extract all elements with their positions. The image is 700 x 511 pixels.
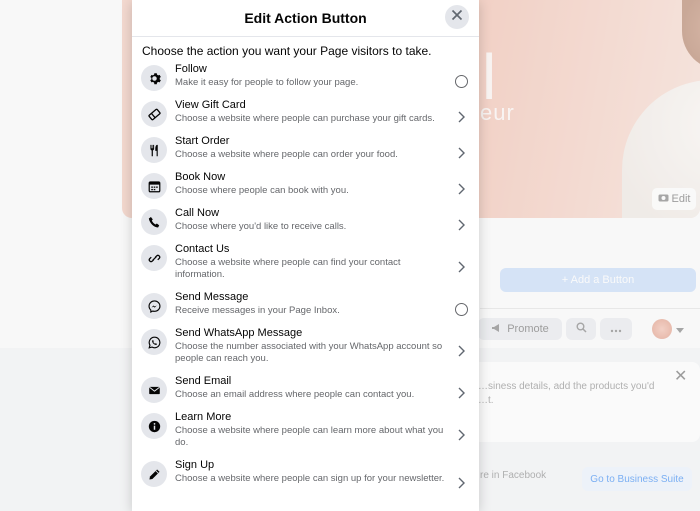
option-title: Send WhatsApp Message	[175, 327, 303, 339]
dialog-header: Edit Action Button	[132, 0, 479, 37]
gear-icon	[141, 65, 167, 91]
chevron-right-icon	[451, 429, 471, 441]
chevron-right-icon	[451, 111, 471, 123]
chevron-right-icon	[451, 477, 471, 489]
option-description: Choose the number associated with your W…	[175, 341, 443, 364]
option-description: Choose where you'd like to receive calls…	[175, 221, 347, 232]
messenger-icon	[141, 293, 167, 319]
option-title: Learn More	[175, 411, 232, 423]
option-follow[interactable]: Follow Make it easy for people to follow…	[132, 63, 479, 99]
chevron-right-icon	[451, 219, 471, 231]
option-book-now[interactable]: Book Now Choose where people can book wi…	[132, 171, 479, 207]
option-description: Choose a website where people can learn …	[175, 425, 444, 448]
link-icon	[141, 245, 167, 271]
option-text: Call Now Choose where you'd like to rece…	[175, 207, 451, 233]
option-title: Sign Up	[175, 459, 215, 471]
dialog-intro: Choose the action you want your Page vis…	[142, 44, 432, 58]
option-description: Choose where people can book with you.	[175, 185, 349, 196]
option-view-gift-card[interactable]: View Gift Card Choose a website where pe…	[132, 99, 479, 135]
option-title: Send Email	[175, 375, 232, 387]
utensils-icon	[141, 137, 167, 163]
close-button[interactable]	[445, 5, 469, 29]
option-sign-up[interactable]: Sign Up Choose a website where people ca…	[132, 459, 479, 507]
option-title: Start Order	[175, 135, 230, 147]
option-title: Contact Us	[175, 243, 230, 255]
option-description: Choose a website where people can sign u…	[175, 473, 445, 484]
option-description: Choose an email address where people can…	[175, 389, 415, 400]
option-title: Send Message	[175, 291, 249, 303]
option-send-whatsapp-message[interactable]: Send WhatsApp Message Choose the number …	[132, 327, 479, 375]
pencil-icon	[141, 461, 167, 487]
option-text: Start Order Choose a website where peopl…	[175, 135, 451, 161]
option-description: Choose a website where people can find y…	[175, 257, 401, 280]
option-text: Send Message Receive messages in your Pa…	[175, 291, 451, 317]
chevron-right-icon	[451, 345, 471, 357]
whatsapp-icon	[141, 329, 167, 355]
option-learn-more[interactable]: Learn More Choose a website where people…	[132, 411, 479, 459]
option-radio[interactable]	[454, 302, 468, 316]
option-send-email[interactable]: Send Email Choose an email address where…	[132, 375, 479, 411]
calendar-icon	[141, 173, 167, 199]
info-icon	[141, 413, 167, 439]
option-text: Send Email Choose an email address where…	[175, 375, 451, 401]
chevron-right-icon	[451, 387, 471, 399]
option-text: Book Now Choose where people can book wi…	[175, 171, 451, 197]
option-text: Send WhatsApp Message Choose the number …	[175, 327, 451, 365]
option-text: Learn More Choose a website where people…	[175, 411, 451, 449]
phone-icon	[141, 209, 167, 235]
option-title: Follow	[175, 63, 207, 75]
option-description: Choose a website where people can purcha…	[175, 113, 435, 124]
option-description: Receive messages in your Page Inbox.	[175, 305, 340, 316]
envelope-icon	[141, 377, 167, 403]
option-text: Contact Us Choose a website where people…	[175, 243, 451, 281]
option-text: Sign Up Choose a website where people ca…	[175, 459, 451, 485]
option-description: Choose a website where people can order …	[175, 149, 398, 160]
chevron-right-icon	[451, 183, 471, 195]
option-title: View Gift Card	[175, 99, 246, 111]
option-radio[interactable]	[454, 74, 468, 88]
option-contact-us[interactable]: Contact Us Choose a website where people…	[132, 243, 479, 291]
dialog-title: Edit Action Button	[244, 10, 367, 26]
chevron-right-icon	[451, 261, 471, 273]
edit-action-button-dialog: Edit Action Button Choose the action you…	[132, 0, 479, 511]
option-description: Make it easy for people to follow your p…	[175, 77, 359, 88]
chevron-right-icon	[451, 147, 471, 159]
option-title: Call Now	[175, 207, 220, 219]
option-text: Follow Make it easy for people to follow…	[175, 63, 451, 89]
option-start-order[interactable]: Start Order Choose a website where peopl…	[132, 135, 479, 171]
option-text: View Gift Card Choose a website where pe…	[175, 99, 451, 125]
option-send-message[interactable]: Send Message Receive messages in your Pa…	[132, 291, 479, 327]
option-call-now[interactable]: Call Now Choose where you'd like to rece…	[132, 207, 479, 243]
option-title: Book Now	[175, 171, 226, 183]
close-icon	[451, 8, 463, 26]
gift-card-icon	[141, 101, 167, 127]
